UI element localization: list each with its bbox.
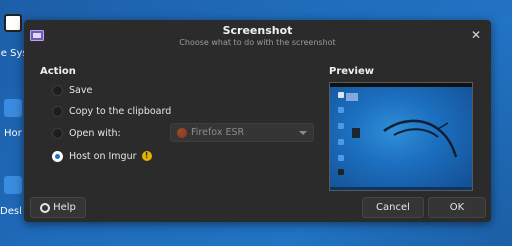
preview-desktop-icon (338, 169, 344, 175)
help-icon (40, 202, 51, 213)
option-save[interactable]: Save (52, 83, 92, 97)
option-label: Host on Imgur (69, 150, 137, 162)
firefox-icon (177, 127, 187, 138)
screenshot-preview (329, 82, 473, 191)
help-button-label: Help (53, 202, 76, 213)
preview-dock (330, 187, 472, 190)
option-host-imgur[interactable]: Host on Imgur ! (52, 149, 152, 163)
ok-button-label: OK (449, 202, 465, 213)
preview-panel-bar (330, 83, 472, 87)
dialog-title: Screenshot (222, 24, 293, 37)
option-copy-clipboard[interactable]: Copy to the clipboard (52, 104, 171, 118)
desktop-item-label: Hor (4, 128, 22, 139)
warning-icon[interactable]: ! (141, 151, 152, 161)
open-with-app-select[interactable]: Firefox ESR (170, 123, 314, 142)
option-label: Open with: (69, 127, 121, 139)
preview-window (346, 93, 358, 101)
preview-heading: Preview (329, 66, 375, 77)
help-button[interactable]: Help (30, 197, 86, 218)
action-heading: Action (40, 66, 76, 77)
option-label: Save (69, 84, 93, 96)
option-label: Copy to the clipboard (69, 105, 172, 117)
close-icon[interactable]: ✕ (469, 28, 483, 42)
folder-icon (4, 176, 22, 194)
ok-button[interactable]: OK (428, 197, 486, 218)
dragon-logo-icon (383, 119, 458, 158)
drive-icon (4, 14, 22, 32)
option-open-with[interactable]: Open with: (52, 126, 121, 140)
preview-desktop-icon (338, 139, 344, 145)
radio-button-selected[interactable] (52, 150, 63, 162)
preview-desktop-icon (338, 123, 344, 129)
preview-desktop-icon (338, 92, 344, 98)
preview-desktop-icon (338, 155, 344, 161)
preview-window (352, 128, 360, 138)
radio-button[interactable] (52, 84, 63, 96)
dialog-subtitle: Choose what to do with the screenshot (179, 38, 336, 47)
chevron-down-icon (299, 130, 307, 135)
preview-desktop-icon (338, 107, 344, 113)
radio-button[interactable] (52, 127, 63, 139)
screenshot-dialog: Screenshot Choose what to do with the sc… (24, 20, 491, 222)
radio-button[interactable] (52, 105, 63, 117)
folder-home-icon (4, 99, 22, 117)
desktop-item-label: Desl (0, 206, 22, 217)
cancel-button[interactable]: Cancel (362, 197, 424, 218)
open-with-app-value: Firefox ESR (191, 127, 245, 138)
cancel-button-label: Cancel (376, 202, 410, 213)
